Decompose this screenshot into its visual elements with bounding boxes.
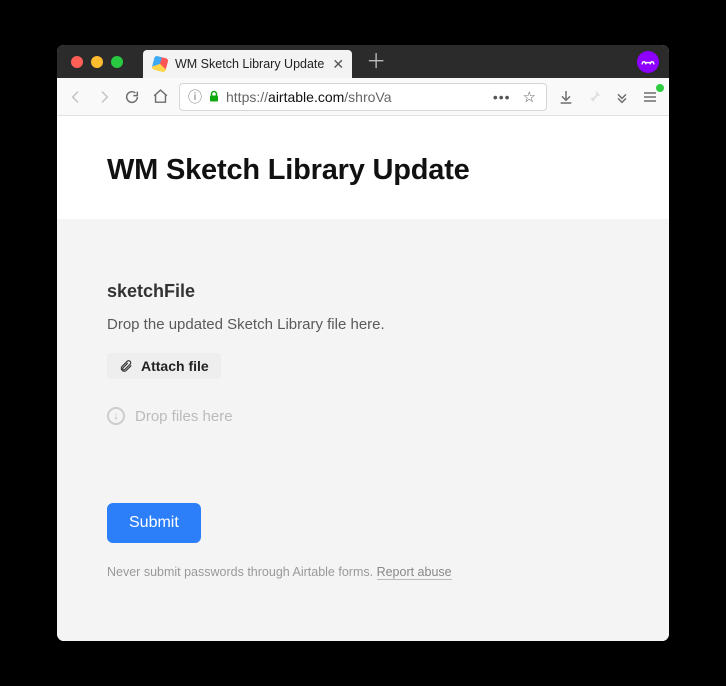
- browser-window: WM Sketch Library Update ✕ ＋ ⓘ: [57, 45, 669, 641]
- download-circle-icon: ↓: [107, 407, 125, 425]
- airtable-favicon-icon: [151, 55, 168, 72]
- nav-back-button[interactable]: [67, 88, 85, 106]
- new-tab-button[interactable]: ＋: [362, 48, 390, 76]
- window-minimize-button[interactable]: [91, 56, 103, 68]
- window-controls: [57, 56, 123, 68]
- report-abuse-link[interactable]: Report abuse: [377, 565, 452, 580]
- tab-close-button[interactable]: ✕: [332, 57, 344, 71]
- address-bar[interactable]: ⓘ https://airtable.com/shroVa ••• ☆: [179, 83, 547, 111]
- form-title: WM Sketch Library Update: [107, 154, 619, 187]
- field-description: Drop the updated Sketch Library file her…: [107, 316, 619, 333]
- form-header: WM Sketch Library Update: [57, 116, 669, 219]
- pin-icon[interactable]: [585, 88, 603, 106]
- page-actions-icon[interactable]: •••: [489, 89, 515, 105]
- update-indicator-icon: [656, 84, 664, 92]
- field-label: sketchFile: [107, 281, 619, 302]
- tab-title: WM Sketch Library Update: [175, 57, 324, 71]
- site-info-icon[interactable]: ⓘ: [188, 87, 202, 107]
- lock-icon: [208, 90, 220, 103]
- browser-tab[interactable]: WM Sketch Library Update ✕: [143, 50, 352, 78]
- window-zoom-button[interactable]: [111, 56, 123, 68]
- profile-avatar-icon[interactable]: [637, 51, 659, 73]
- attach-file-label: Attach file: [141, 358, 209, 374]
- form-disclaimer: Never submit passwords through Airtable …: [107, 565, 619, 579]
- form-body: sketchFile Drop the updated Sketch Libra…: [57, 219, 669, 641]
- nav-reload-button[interactable]: [123, 88, 141, 106]
- toolbar-right: [557, 88, 659, 106]
- hamburger-menu-icon[interactable]: [641, 88, 659, 106]
- paperclip-icon: [119, 359, 133, 373]
- nav-forward-button[interactable]: [95, 88, 113, 106]
- submit-button[interactable]: Submit: [107, 503, 201, 543]
- page-content: WM Sketch Library Update sketchFile Drop…: [57, 116, 669, 641]
- file-dropzone[interactable]: ↓ Drop files here: [107, 407, 619, 425]
- bookmark-star-icon[interactable]: ☆: [521, 88, 538, 106]
- downloads-icon[interactable]: [557, 88, 575, 106]
- window-close-button[interactable]: [71, 56, 83, 68]
- url-text: https://airtable.com/shroVa: [226, 89, 483, 105]
- dropzone-text: Drop files here: [135, 408, 233, 425]
- nav-home-button[interactable]: [151, 88, 169, 106]
- url-toolbar: ⓘ https://airtable.com/shroVa ••• ☆: [57, 78, 669, 116]
- tab-bar: WM Sketch Library Update ✕ ＋: [57, 45, 669, 78]
- overflow-icon[interactable]: [613, 88, 631, 106]
- attach-file-button[interactable]: Attach file: [107, 353, 221, 379]
